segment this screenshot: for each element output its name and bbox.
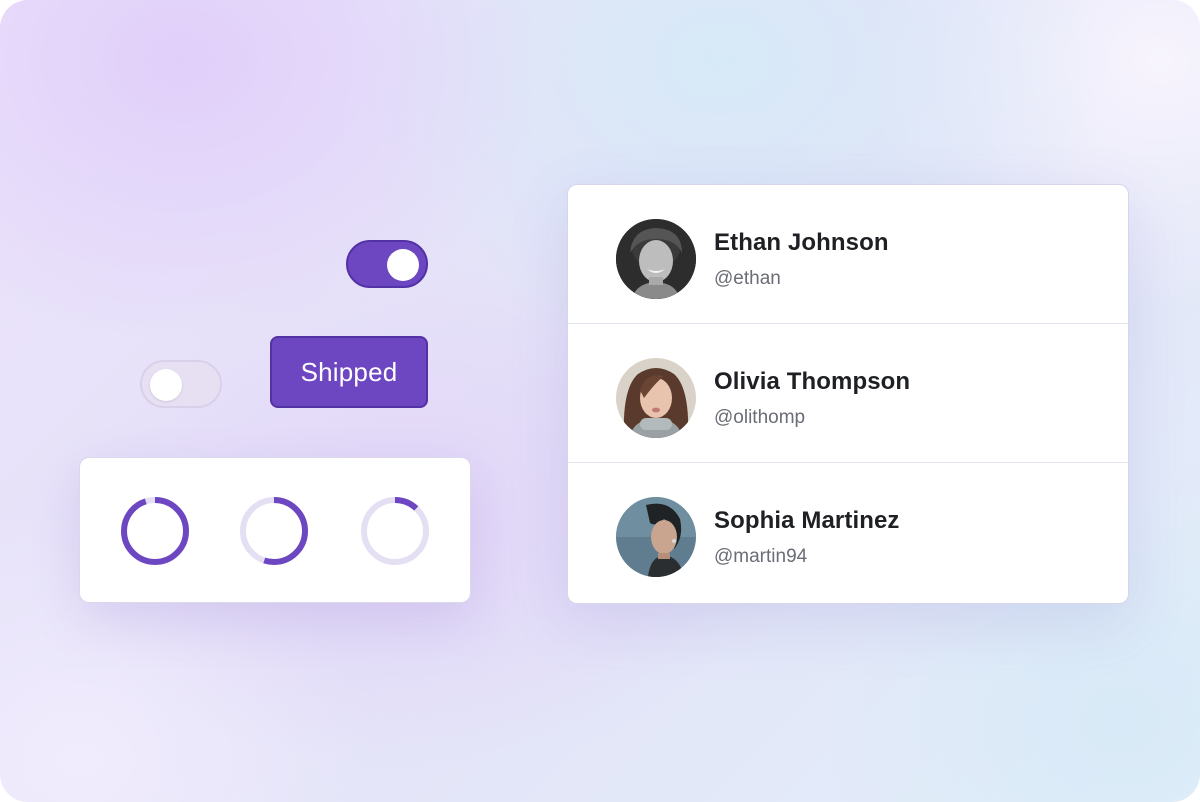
user-list-item[interactable]: Ethan Johnson @ethan: [568, 185, 1128, 324]
toggle-knob: [150, 369, 182, 401]
user-name: Ethan Johnson: [714, 229, 889, 256]
user-name: Sophia Martinez: [714, 507, 900, 534]
user-handle: @ethan: [714, 268, 781, 289]
avatar-ethan: [616, 219, 696, 299]
user-name: Olivia Thompson: [714, 368, 911, 395]
avatar-sophia: [616, 497, 696, 577]
progress-card: [79, 457, 471, 603]
progress-ring: [239, 496, 309, 566]
toggle-switch-off[interactable]: [140, 360, 222, 408]
shipped-button[interactable]: Shipped: [270, 336, 428, 408]
progress-ring-track: [361, 497, 429, 565]
toggle-switch-on[interactable]: [346, 240, 428, 288]
user-handle: @olithomp: [714, 407, 806, 428]
progress-ring: [360, 496, 430, 566]
avatar-olivia: [616, 358, 696, 438]
canvas: Shipped Ethan Johnson @ethan Olivia Thom…: [0, 0, 1200, 802]
user-list-item[interactable]: Sophia Martinez @martin94: [568, 463, 1128, 603]
progress-ring-fill: [121, 497, 189, 565]
toggle-knob: [387, 249, 419, 281]
progress-ring: [120, 496, 190, 566]
user-handle: @martin94: [714, 546, 808, 567]
user-list-item[interactable]: Olivia Thompson @olithomp: [568, 324, 1128, 463]
user-list-card: Ethan Johnson @ethan Olivia Thompson @ol…: [567, 184, 1129, 604]
